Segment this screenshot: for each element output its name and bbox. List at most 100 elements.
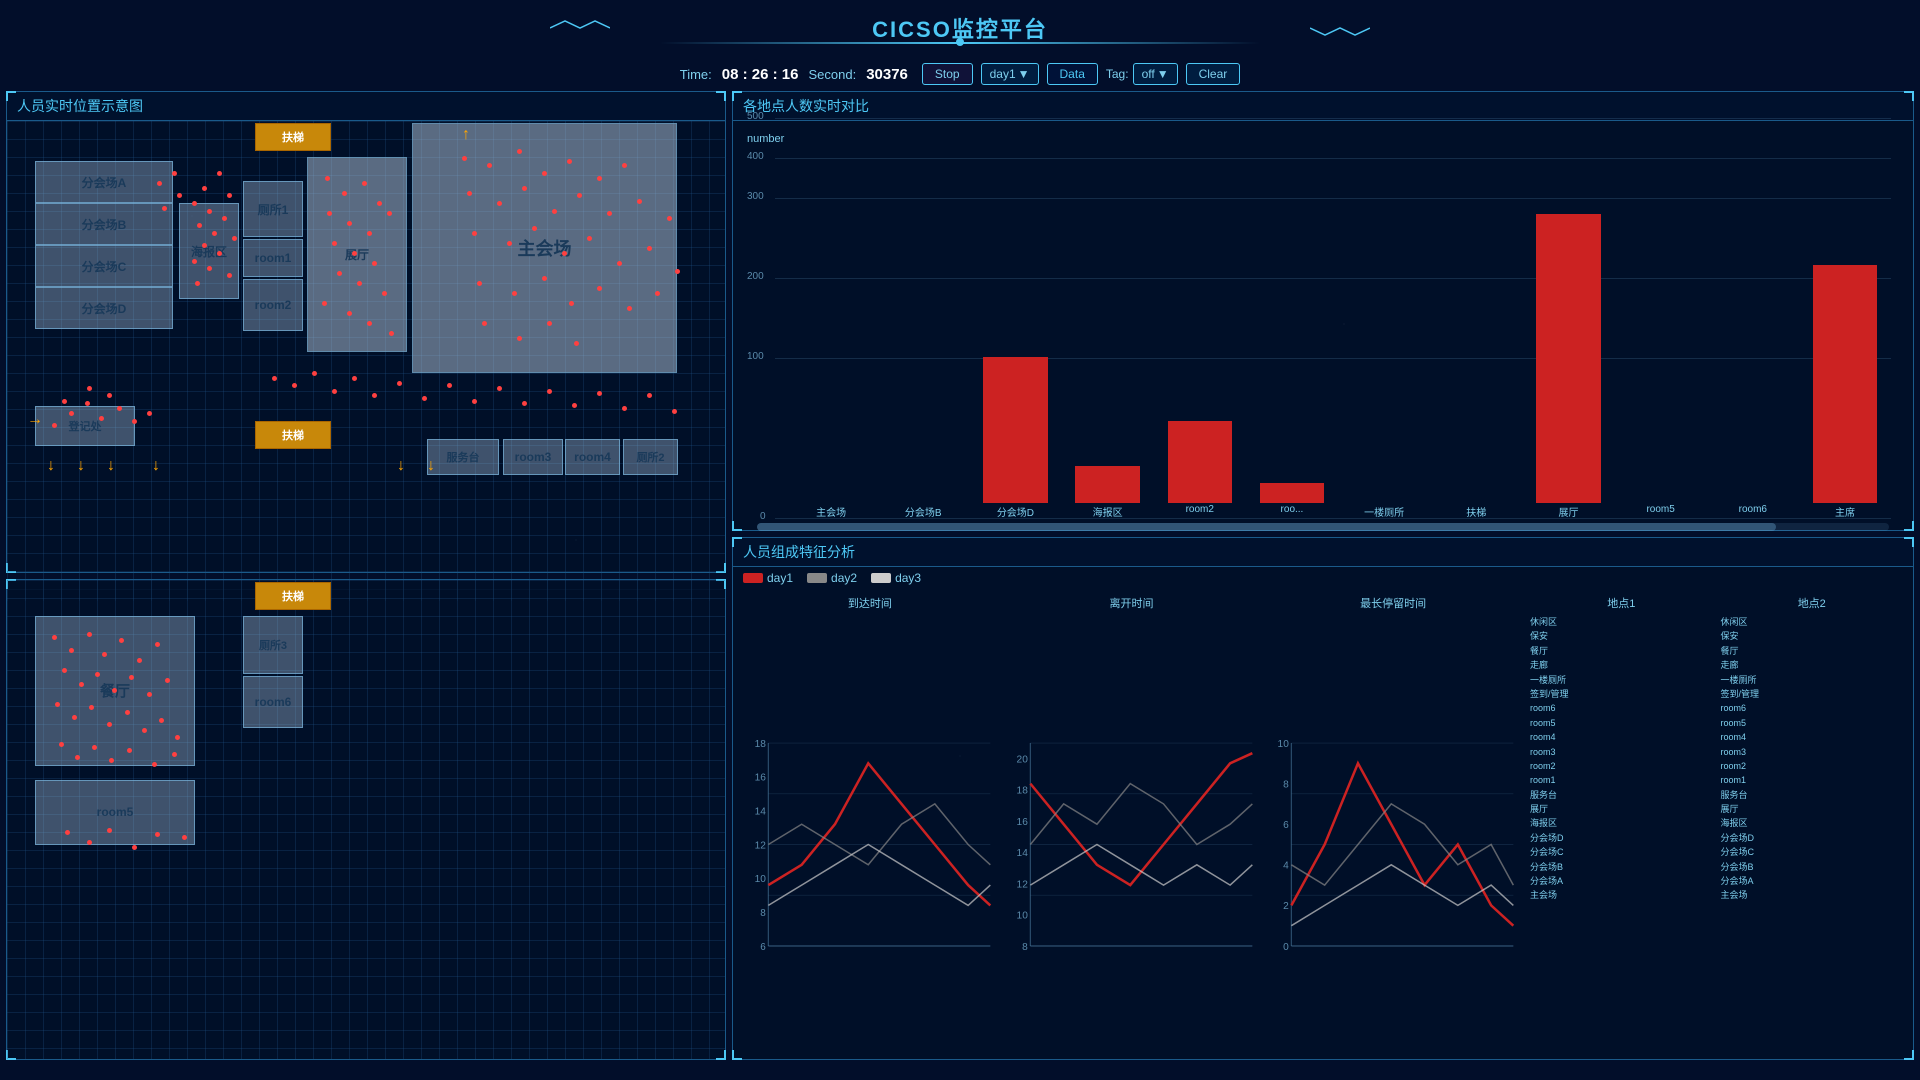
bar-x-label: room6 [1707,504,1799,519]
list-item: room1 [1530,773,1712,787]
bar-rect [1536,214,1601,503]
bar-item [1615,163,1707,503]
bar-item [1062,163,1154,503]
day-select[interactable]: day1 ▼ [981,63,1039,85]
bar-item [1430,163,1522,503]
arrow-down1: ↓ [47,457,55,475]
room-room5: room5 [35,780,195,845]
list-item: room1 [1721,773,1903,787]
room-room3: room3 [503,439,563,475]
chart-scrollbar[interactable] [757,523,1889,531]
time-info: Time: 08 : 26 : 16 Second: 30376 [680,66,908,83]
bar-x-label: 扶梯 [1430,504,1522,519]
line-chart-svg: 8101214161820 [1005,615,1259,1074]
list-item: 餐厅 [1530,644,1712,658]
legend-color [871,573,891,583]
header: CICSO监控平台 [0,0,1920,55]
list-item: room2 [1721,759,1903,773]
bar-x-label: 主席 [1799,504,1891,519]
analysis-content: 到达时间681012141618离开时间8101214161820最长停留时间0… [733,589,1913,1080]
list-item: room4 [1530,730,1712,744]
bar-chart-panel: 各地点人数实时对比 number 100 200 300 400 500 0 主… [732,91,1914,531]
legend-item: day3 [871,571,921,585]
room-sub-d: 分会场D [35,287,173,329]
list-item: 主会场 [1530,888,1712,902]
main-layout: 人员实时位置示意图 扶梯 分会场A 分会场B 分会场C 分会场D 海报区 厕所1 [0,91,1920,1066]
svg-text:18: 18 [1016,786,1028,797]
list-item: 分会场C [1530,845,1712,859]
list-item: 分会场D [1530,831,1712,845]
bar-item [785,163,877,503]
legend-label: day2 [831,571,857,585]
bar-rect [1813,265,1878,503]
bar-item [969,163,1061,503]
bar-item [1707,163,1799,503]
arrow-down3: ↓ [107,457,115,475]
svg-text:16: 16 [1016,817,1028,828]
list-item: 餐厅 [1721,644,1903,658]
bar-x-label: 海报区 [1062,504,1154,519]
svg-text:6: 6 [760,942,766,953]
bar-rect [983,357,1048,503]
second-label: Second: [808,67,856,82]
legend-item: day2 [807,571,857,585]
stop-button[interactable]: Stop [922,63,973,85]
location-list: 地点1 休闲区保安餐厅走廊一楼厕所签到/管理room6room5room4room… [1530,595,1712,1074]
x-labels: 主会场分会场B分会场D海报区room2roo...一楼厕所扶梯展厅room5ro… [785,504,1891,519]
arrow-down5: ↓ [397,457,405,475]
list-item: 分会场D [1721,831,1903,845]
location-list-title: 地点1 [1530,595,1712,611]
list-item: room6 [1530,701,1712,715]
bar-x-label: 一楼厕所 [1338,504,1430,519]
svg-text:4: 4 [1284,861,1290,872]
location-list-items: 休闲区保安餐厅走廊一楼厕所签到/管理room6room5room4room3ro… [1530,615,1712,903]
svg-text:8: 8 [760,908,766,919]
header-dot [956,38,964,46]
location-list: 地点2休闲区保安餐厅走廊一楼厕所签到/管理room6room5room4room… [1721,595,1903,1074]
bar-item [1338,163,1430,503]
list-item: room6 [1721,701,1903,715]
svg-text:10: 10 [1278,739,1290,750]
chart-body: 100 200 300 400 500 0 主会场分会场B分会场D海报区room… [745,149,1901,519]
list-item: 分会场A [1721,874,1903,888]
room-toilet1: 厕所1 [243,181,303,237]
list-item: 海报区 [1530,816,1712,830]
room-main-hall: 主会场 [412,123,677,373]
y-axis-label: number [747,133,784,145]
svg-text:12: 12 [1016,879,1028,890]
time-label: Time: [680,67,712,82]
arrow-up1: ↑ [462,126,470,144]
svg-text:2: 2 [1284,901,1290,912]
second-value: 30376 [866,66,908,83]
data-button[interactable]: Data [1047,63,1098,85]
list-item: 展厅 [1530,802,1712,816]
list-item: 海报区 [1721,816,1903,830]
svg-text:8: 8 [1022,942,1028,953]
list-item: 签到/管理 [1530,687,1712,701]
legend-color [807,573,827,583]
mini-chart: 最长停留时间0246810 [1266,595,1520,1074]
mini-chart-title: 最长停留时间 [1266,595,1520,611]
mini-chart: 到达时间681012141618 [743,595,997,1074]
mini-chart-svg-wrap: 681012141618 [743,615,997,1074]
bar-x-label: 展厅 [1522,504,1614,519]
room-toilet2: 厕所2 [623,439,678,475]
clear-button[interactable]: Clear [1186,63,1241,85]
legend-color [743,573,763,583]
mini-chart-svg-wrap: 0246810 [1266,615,1520,1074]
bar-x-label: 主会场 [785,504,877,519]
location-list-items: 休闲区保安餐厅走廊一楼厕所签到/管理room6room5room4room3ro… [1721,615,1903,903]
tag-select[interactable]: off ▼ [1133,63,1178,85]
analysis-panel: 人员组成特征分析 day1day2day3 到达时间681012141618离开… [732,537,1914,1060]
room-exhibition: 展厅 [307,157,407,352]
room-sub-a: 分会场A [35,161,173,203]
floor2-map-content: 扶梯 餐厅 厕所3 room6 room5 [7,580,725,1060]
list-item: room3 [1721,745,1903,759]
list-item: room2 [1530,759,1712,773]
room-canteen: 餐厅 [35,616,195,766]
svg-text:10: 10 [1016,911,1028,922]
list-item: 服务台 [1721,788,1903,802]
list-item: 主会场 [1721,888,1903,902]
mini-chart-title: 到达时间 [743,595,997,611]
floor1-map-content: 扶梯 分会场A 分会场B 分会场C 分会场D 海报区 厕所1 room1 roo… [7,121,725,601]
